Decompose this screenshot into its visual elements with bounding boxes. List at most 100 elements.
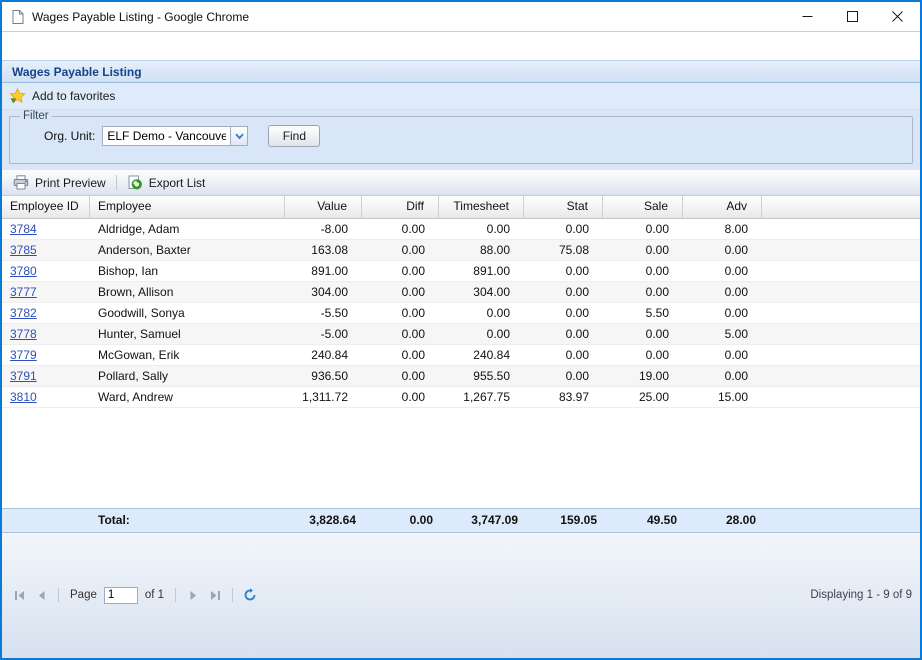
add-to-favorites-button[interactable]: Add to favorites [9,88,115,104]
first-page-button[interactable] [10,586,28,604]
page-of-label: of 1 [145,589,164,601]
window-title: Wages Payable Listing - Google Chrome [32,10,249,24]
toolbar-separator [116,175,117,190]
row-filler [762,240,920,260]
table-row[interactable]: 3784Aldridge, Adam-8.000.000.000.000.008… [2,219,920,240]
export-icon [127,175,143,191]
cell-adv: 0.00 [683,303,762,323]
org-unit-select[interactable] [102,126,248,146]
content-top-strip [2,32,920,60]
grid-empty-area [2,408,920,508]
column-header-value[interactable]: Value [285,196,362,219]
last-page-button[interactable] [206,586,224,604]
cell-adv: 0.00 [683,261,762,281]
cell-timesheet: 0.00 [439,219,524,239]
cell-employee: Pollard, Sally [90,366,285,386]
employee-id-link[interactable]: 3784 [10,222,37,236]
table-row[interactable]: 3779McGowan, Erik240.840.00240.840.000.0… [2,345,920,366]
cell-value: 891.00 [285,261,362,281]
next-page-button[interactable] [184,586,202,604]
total-diff: 0.00 [362,509,439,532]
refresh-button[interactable] [241,586,259,604]
employee-id-link[interactable]: 3785 [10,243,37,257]
close-button[interactable] [875,2,920,31]
column-header-diff[interactable]: Diff [362,196,439,219]
cell-adv: 0.00 [683,366,762,386]
row-filler [762,366,920,386]
table-row[interactable]: 3778Hunter, Samuel-5.000.000.000.000.005… [2,324,920,345]
cell-employee: Goodwill, Sonya [90,303,285,323]
grid-body: 3784Aldridge, Adam-8.000.000.000.000.008… [2,219,920,408]
cell-value: 163.08 [285,240,362,260]
column-header-employee[interactable]: Employee [90,196,285,219]
table-row[interactable]: 3777Brown, Allison304.000.00304.000.000.… [2,282,920,303]
titlebar: Wages Payable Listing - Google Chrome [2,2,920,32]
cell-sale: 0.00 [603,324,683,344]
cell-sale: 0.00 [603,282,683,302]
employee-id-link[interactable]: 3780 [10,264,37,278]
cell-id: 3780 [2,261,90,281]
cell-diff: 0.00 [362,261,439,281]
cell-diff: 0.00 [362,366,439,386]
print-preview-button[interactable]: Print Preview [8,173,111,192]
next-page-icon [188,590,199,601]
column-header-sale[interactable]: Sale [603,196,683,219]
cell-stat: 75.08 [524,240,603,260]
cell-value: 304.00 [285,282,362,302]
filter-legend: Filter [20,110,52,122]
employee-id-link[interactable]: 3778 [10,327,37,341]
total-row: Total:3,828.640.003,747.09159.0549.5028.… [2,508,920,533]
column-header-id[interactable]: Employee ID [2,196,90,219]
cell-id: 3785 [2,240,90,260]
page-input[interactable] [104,587,138,604]
paging-separator [232,588,233,602]
minimize-button[interactable] [785,2,830,31]
add-to-favorites-label: Add to favorites [32,89,115,103]
star-add-icon [9,88,26,104]
table-row[interactable]: 3785Anderson, Baxter163.080.0088.0075.08… [2,240,920,261]
cell-adv: 0.00 [683,345,762,365]
employee-id-link[interactable]: 3779 [10,348,37,362]
org-unit-input[interactable] [102,126,230,146]
cell-value: -5.50 [285,303,362,323]
table-row[interactable]: 3791Pollard, Sally936.500.00955.500.0019… [2,366,920,387]
table-row[interactable]: 3810Ward, Andrew1,311.720.001,267.7583.9… [2,387,920,408]
prev-page-button[interactable] [32,586,50,604]
cell-timesheet: 88.00 [439,240,524,260]
row-filler [762,282,920,302]
cell-sale: 25.00 [603,387,683,407]
maximize-button[interactable] [830,2,875,31]
column-header-stat[interactable]: Stat [524,196,603,219]
total-timesheet: 3,747.09 [439,509,524,532]
employee-id-link[interactable]: 3777 [10,285,37,299]
column-header-timesheet[interactable]: Timesheet [439,196,524,219]
cell-stat: 0.00 [524,303,603,323]
cell-id: 3779 [2,345,90,365]
org-unit-label: Org. Unit: [44,129,95,143]
table-row[interactable]: 3782Goodwill, Sonya-5.500.000.000.005.50… [2,303,920,324]
close-icon [892,11,903,22]
column-header-adv[interactable]: Adv [683,196,762,219]
cell-adv: 8.00 [683,219,762,239]
cell-id: 3784 [2,219,90,239]
cell-timesheet: 955.50 [439,366,524,386]
employee-id-link[interactable]: 3791 [10,369,37,383]
cell-id: 3778 [2,324,90,344]
cell-sale: 19.00 [603,366,683,386]
export-list-button[interactable]: Export List [122,173,211,193]
cell-employee: Brown, Allison [90,282,285,302]
first-page-icon [14,590,25,601]
find-button[interactable]: Find [268,125,320,147]
cell-value: 240.84 [285,345,362,365]
table-row[interactable]: 3780Bishop, Ian891.000.00891.000.000.000… [2,261,920,282]
org-unit-dropdown-trigger[interactable] [230,126,248,146]
total-adv: 28.00 [683,509,762,532]
cell-adv: 5.00 [683,324,762,344]
page-label: Page [70,589,97,601]
employee-id-link[interactable]: 3810 [10,390,37,404]
paging-toolbar: Page of 1 Displaying 1 - 9 of 9 [2,533,920,659]
total-filler [762,509,920,532]
cell-diff: 0.00 [362,240,439,260]
grid-toolbar: Print Preview Export List [2,170,920,196]
employee-id-link[interactable]: 3782 [10,306,37,320]
